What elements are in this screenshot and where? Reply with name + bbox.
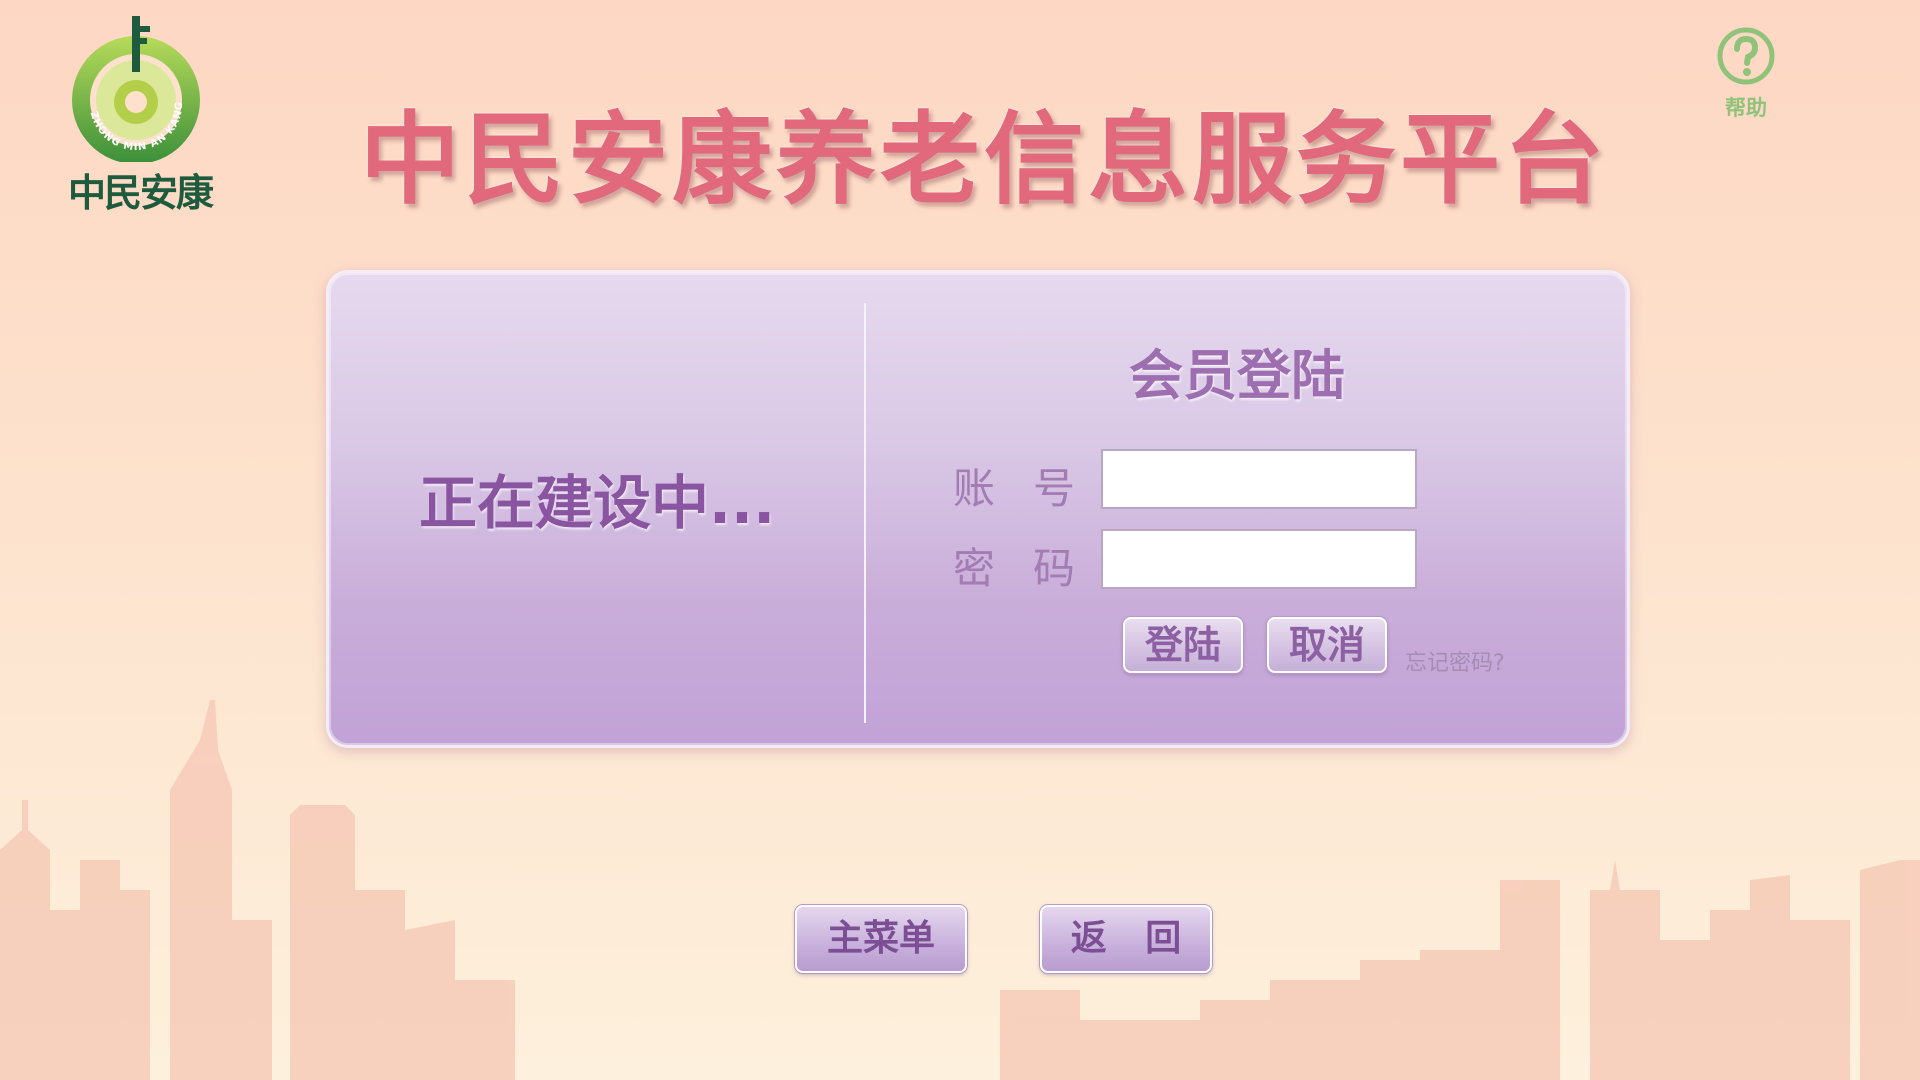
under-construction-text: 正在建设中... <box>419 469 776 537</box>
page-title: 中民安康养老信息服务平台 <box>360 101 1608 218</box>
panel-divider <box>864 303 866 723</box>
help-label: 帮助 <box>1725 96 1767 120</box>
login-panel: 正在建设中... 会员登陆 账号 密码 登陆 取消 忘记密码? <box>326 270 1630 748</box>
password-input[interactable] <box>1101 529 1417 589</box>
logo-text: 中民安康 <box>67 171 214 215</box>
login-title: 会员登陆 <box>1129 344 1345 407</box>
cancel-button[interactable]: 取消 <box>1267 617 1387 673</box>
question-mark-icon <box>1717 27 1775 85</box>
password-label: 密码 <box>953 544 1114 593</box>
back-button[interactable]: 返 回 <box>1040 905 1212 973</box>
main-menu-button[interactable]: 主菜单 <box>795 905 967 973</box>
brand-logo: ZHONG MIN AN KANG 中民安康 <box>60 12 220 215</box>
logo-key-emblem-icon: ZHONG MIN AN KANG <box>72 16 200 164</box>
login-button[interactable]: 登陆 <box>1123 617 1243 673</box>
account-label: 账号 <box>953 464 1114 513</box>
account-input[interactable] <box>1101 449 1417 509</box>
forgot-password-link[interactable]: 忘记密码? <box>1405 645 1505 677</box>
help-button[interactable]: 帮助 <box>1714 26 1778 122</box>
